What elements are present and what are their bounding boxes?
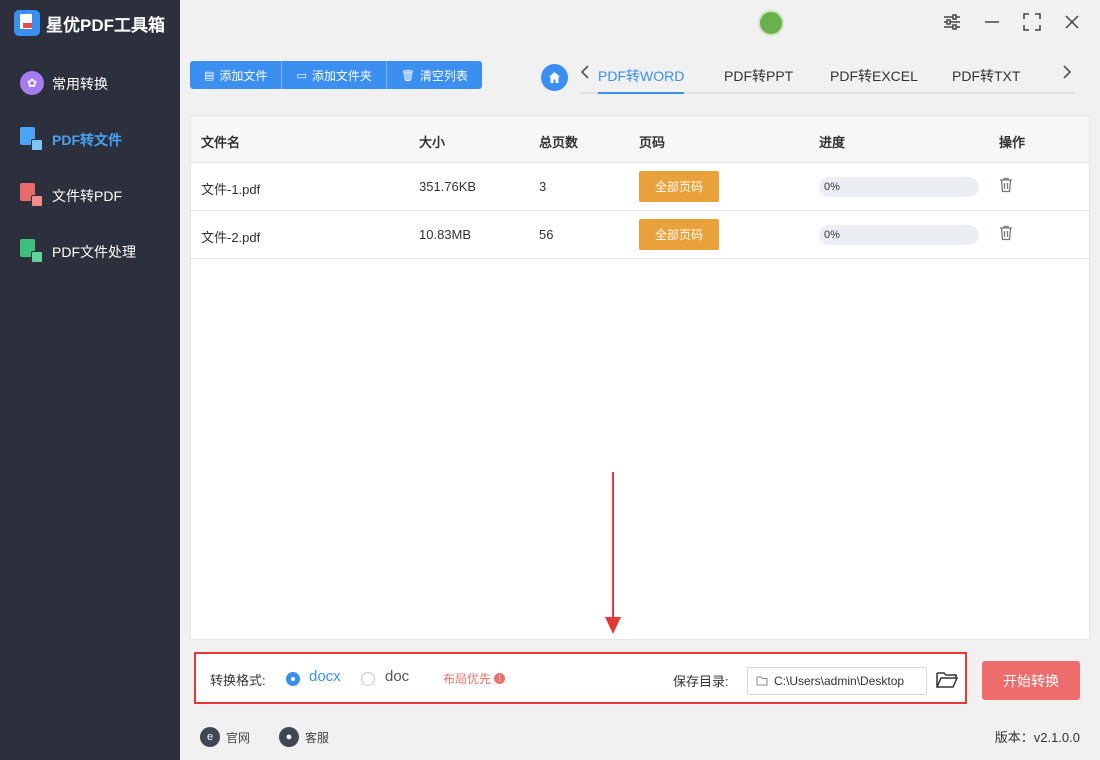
column-header-page-range: 页码 bbox=[639, 135, 666, 150]
app-title: 星优PDF工具箱 bbox=[46, 15, 165, 35]
browse-folder-icon[interactable] bbox=[936, 671, 959, 691]
tabs-next-chevron-icon[interactable] bbox=[1062, 64, 1072, 85]
sidebar-item-pdf-to-file[interactable]: PDF转文件 bbox=[20, 127, 122, 153]
file-name: 文件-2.pdf bbox=[201, 230, 261, 245]
annotation-arrow-line bbox=[612, 472, 614, 620]
official-website-link[interactable]: e 官网 bbox=[200, 727, 250, 747]
tab-pdf-to-txt[interactable]: PDF转TXT bbox=[952, 66, 1020, 86]
file-toolbar: ▤ 添加文件 ▭ 添加文件夹 🗑 清空列表 bbox=[190, 61, 482, 89]
file-page-count: 3 bbox=[539, 179, 547, 194]
layout-priority-hint: 布局优先 ! bbox=[443, 670, 506, 687]
sidebar-item-label: PDF转文件 bbox=[52, 132, 122, 148]
sidebar-item-file-to-pdf[interactable]: 文件转PDF bbox=[20, 183, 122, 209]
save-directory-label: 保存目录: bbox=[673, 674, 729, 689]
conversion-tabs: PDF转WORD PDF转PPT PDF转EXCEL PDF转TXT bbox=[580, 56, 1075, 94]
delete-trash-icon[interactable] bbox=[999, 225, 1015, 243]
delete-trash-icon[interactable] bbox=[999, 177, 1015, 195]
file-size: 10.83MB bbox=[419, 227, 472, 242]
add-file-button[interactable]: ▤ 添加文件 bbox=[190, 61, 283, 89]
version-text: 版本：v2.1.0.0 bbox=[994, 730, 1080, 745]
progress-text: 0% bbox=[824, 229, 840, 241]
sidebar-item-pdf-process[interactable]: PDF文件处理 bbox=[20, 239, 136, 265]
all-pages-button[interactable]: 全部页码 bbox=[639, 219, 719, 250]
start-convert-button[interactable]: 开始转换 bbox=[982, 661, 1080, 700]
progress-bar: 0% bbox=[819, 177, 979, 197]
clear-list-label: 清空列表 bbox=[419, 68, 468, 83]
column-header-size: 大小 bbox=[419, 135, 446, 150]
column-header-pages: 总页数 bbox=[539, 135, 579, 150]
save-path-input[interactable]: C:\Users\admin\Desktop bbox=[747, 667, 927, 695]
format-label-doc[interactable]: doc bbox=[385, 668, 409, 685]
file-icon: ▤ bbox=[204, 69, 215, 82]
folder-icon bbox=[756, 676, 768, 686]
column-header-filename: 文件名 bbox=[201, 135, 241, 150]
conversion-options-panel: 转换格式: docx doc 布局优先 ! 保存目录: C:\Users\adm… bbox=[194, 652, 967, 704]
close-icon[interactable] bbox=[1061, 11, 1083, 33]
table-header: 文件名 大小 总页数 页码 进度 操作 bbox=[191, 116, 1089, 163]
pdf-to-file-icon bbox=[20, 127, 46, 153]
file-page-count: 56 bbox=[539, 227, 554, 242]
minimize-icon[interactable] bbox=[981, 11, 1003, 33]
trash-icon: 🗑 bbox=[400, 69, 415, 82]
save-path-value: C:\Users\admin\Desktop bbox=[774, 674, 905, 688]
sidebar-item-common-convert[interactable]: ✿ 常用转换 bbox=[20, 71, 108, 97]
info-icon[interactable]: ! bbox=[494, 673, 506, 684]
tab-pdf-to-word[interactable]: PDF转WORD bbox=[598, 66, 684, 86]
website-label: 官网 bbox=[226, 730, 251, 745]
add-file-label: 添加文件 bbox=[219, 68, 268, 83]
settings-sliders-icon[interactable] bbox=[941, 11, 963, 33]
user-avatar[interactable] bbox=[758, 10, 784, 36]
file-list-panel: 文件名 大小 总页数 页码 进度 操作 文件-1.pdf 351.76KB 3 … bbox=[190, 115, 1090, 640]
folder-icon: ▭ bbox=[296, 69, 307, 82]
sidebar-item-label: PDF文件处理 bbox=[52, 244, 136, 260]
clear-list-button[interactable]: 🗑 清空列表 bbox=[387, 61, 482, 89]
progress-bar: 0% bbox=[819, 225, 979, 245]
add-folder-button[interactable]: ▭ 添加文件夹 bbox=[282, 61, 387, 89]
grid-icon: ✿ bbox=[20, 71, 46, 97]
home-button[interactable] bbox=[541, 64, 568, 91]
table-row: 文件-2.pdf 10.83MB 56 全部页码 0% bbox=[191, 211, 1089, 259]
customer-service-link[interactable]: ● 客服 bbox=[279, 727, 329, 747]
file-to-pdf-icon bbox=[20, 183, 46, 209]
all-pages-button[interactable]: 全部页码 bbox=[639, 171, 719, 202]
pdf-process-icon bbox=[20, 239, 46, 265]
format-radio-doc[interactable] bbox=[361, 672, 375, 686]
app-logo-icon bbox=[14, 10, 40, 36]
progress-text: 0% bbox=[824, 181, 840, 193]
home-icon bbox=[549, 72, 560, 83]
annotation-arrow-head bbox=[605, 617, 621, 634]
sidebar-item-label: 文件转PDF bbox=[52, 188, 122, 204]
format-radio-docx[interactable] bbox=[286, 672, 300, 686]
format-label-docx[interactable]: docx bbox=[309, 668, 341, 685]
file-name: 文件-1.pdf bbox=[201, 182, 261, 197]
column-header-progress: 进度 bbox=[819, 135, 846, 150]
support-label: 客服 bbox=[305, 730, 330, 745]
add-folder-label: 添加文件夹 bbox=[311, 68, 372, 83]
maximize-icon[interactable] bbox=[1021, 11, 1043, 33]
sidebar-item-label: 常用转换 bbox=[52, 76, 108, 92]
chat-bubble-icon: ● bbox=[279, 727, 299, 747]
format-label: 转换格式: bbox=[210, 673, 266, 688]
table-row: 文件-1.pdf 351.76KB 3 全部页码 0% bbox=[191, 163, 1089, 211]
tab-pdf-to-ppt[interactable]: PDF转PPT bbox=[724, 66, 793, 86]
sidebar: 星优PDF工具箱 ✿ 常用转换 PDF转文件 文件转PDF PDF文件处理 bbox=[0, 0, 180, 760]
column-header-actions: 操作 bbox=[999, 135, 1026, 150]
file-size: 351.76KB bbox=[419, 179, 477, 194]
tab-pdf-to-excel[interactable]: PDF转EXCEL bbox=[830, 66, 918, 86]
layout-priority-text: 布局优先 bbox=[443, 672, 492, 686]
browser-e-icon: e bbox=[200, 727, 220, 747]
app-brand: 星优PDF工具箱 bbox=[14, 10, 165, 36]
active-tab-indicator bbox=[598, 92, 684, 94]
